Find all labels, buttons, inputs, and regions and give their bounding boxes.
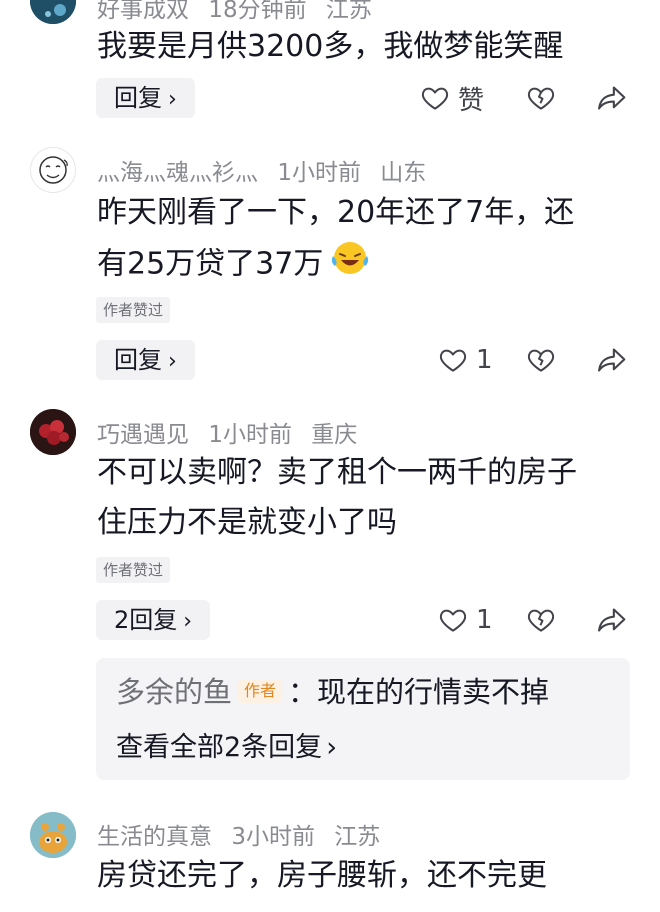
comment-actions: 赞 (418, 78, 638, 118)
comment-meta: 好事成双 18分钟前 江苏 (97, 0, 384, 24)
avatar[interactable] (30, 812, 76, 858)
comment-time: 1小时前 (277, 160, 361, 186)
chevron-right-icon: › (168, 349, 177, 374)
comment-text-line: 昨天刚看了一下，20年还了7年，还 (97, 195, 575, 230)
sub-reply-box[interactable]: 多余的鱼 作者 ：现在的行情卖不掉 查看全部2条回复 › (96, 658, 630, 780)
username[interactable]: 好事成双 (97, 0, 189, 23)
username[interactable]: 巧遇遇见 (97, 422, 189, 448)
reply-label: 2回复 (114, 606, 178, 634)
comment-text: 房贷还完了，房子腰斩，还不完更 (97, 851, 617, 901)
like-button[interactable]: 1 (438, 340, 493, 380)
comment-location: 江苏 (325, 0, 372, 23)
share-icon (598, 348, 626, 372)
share-button[interactable] (596, 600, 628, 640)
reply-label: 回复 (114, 84, 162, 112)
comment-actions: 1 (418, 600, 638, 640)
comment-meta: 生活的真意 3小时前 江苏 (97, 817, 392, 851)
reply-label: 回复 (114, 346, 162, 374)
comment-location: 重庆 (311, 422, 358, 448)
share-button[interactable] (596, 340, 628, 380)
reply-button[interactable]: 回复 › (96, 78, 195, 118)
like-button[interactable]: 赞 (420, 78, 484, 118)
sub-reply-username[interactable]: 多余的鱼 (116, 675, 232, 709)
dislike-button[interactable] (526, 600, 556, 640)
avatar[interactable] (30, 0, 76, 24)
comment-location: 山东 (380, 160, 427, 186)
like-label: 赞 (458, 85, 485, 116)
username[interactable]: 灬海灬魂灬衫灬 (97, 160, 258, 186)
share-button[interactable] (596, 78, 628, 118)
comment-text: 昨天刚看了一下，20年还了7年，还 有25万贷了37万 (97, 188, 617, 292)
comment-location: 江苏 (334, 824, 381, 850)
comment-text-line: 房贷还完了，房子腰斩，还不完更 (97, 858, 547, 893)
comment-text-line-2: 有25万贷了37万 (97, 238, 617, 292)
avatar[interactable] (30, 409, 76, 455)
reply-button[interactable]: 2回复 › (96, 600, 211, 640)
comment-time: 18分钟前 (208, 0, 307, 23)
dislike-heart-icon (527, 609, 555, 632)
heart-icon (439, 609, 467, 632)
chevron-right-icon: › (326, 732, 337, 763)
chevron-right-icon: › (168, 87, 177, 112)
heart-icon (421, 87, 449, 110)
like-button[interactable]: 1 (438, 600, 493, 640)
comment-actions: 1 (418, 340, 638, 380)
like-count: 1 (476, 605, 493, 635)
chevron-right-icon: › (183, 609, 193, 634)
dislike-button[interactable] (526, 78, 556, 118)
username[interactable]: 生活的真意 (97, 824, 212, 850)
view-all-replies-label: 查看全部2条回复 (116, 732, 323, 763)
comment-time: 1小时前 (208, 422, 292, 448)
comment-meta: 巧遇遇见 1小时前 重庆 (97, 415, 369, 449)
author-liked-badge: 作者赞过 (96, 557, 171, 583)
comment-list: 好事成双 18分钟前 江苏 我要是月供3200多，我做梦能笑醒 回复 › 赞 灬… (0, 0, 660, 912)
laughing-tears-emoji-icon (329, 238, 371, 292)
dislike-heart-icon (527, 349, 555, 372)
comment-time: 3小时前 (231, 824, 315, 850)
comment-text-line: 不可以卖啊？卖了租个一两千的房子 (97, 455, 577, 490)
comment-meta: 灬海灬魂灬衫灬 1小时前 山东 (97, 153, 438, 187)
author-liked-badge: 作者赞过 (96, 297, 171, 323)
view-all-replies-link[interactable]: 查看全部2条回复 › (116, 726, 337, 770)
avatar[interactable] (30, 147, 76, 193)
comment-text-line: 有25万贷了37万 (97, 246, 324, 282)
comment-text: 不可以卖啊？卖了租个一两千的房子 住压力不是就变小了吗 (97, 448, 617, 548)
comment-text: 我要是月供3200多，我做梦能笑醒 (97, 29, 564, 64)
author-tag-badge: 作者 (238, 679, 283, 703)
like-count: 1 (476, 345, 493, 375)
reply-button[interactable]: 回复 › (96, 340, 195, 380)
sub-reply-text: ：现在的行情卖不掉 (288, 675, 550, 709)
share-icon (598, 608, 626, 632)
share-icon (598, 86, 626, 110)
dislike-button[interactable] (526, 340, 556, 380)
heart-icon (439, 349, 467, 372)
sub-reply-line: 多余的鱼 作者 ：现在的行情卖不掉 (116, 670, 549, 714)
comment-text-line: 住压力不是就变小了吗 (97, 505, 397, 540)
dislike-heart-icon (527, 87, 555, 110)
